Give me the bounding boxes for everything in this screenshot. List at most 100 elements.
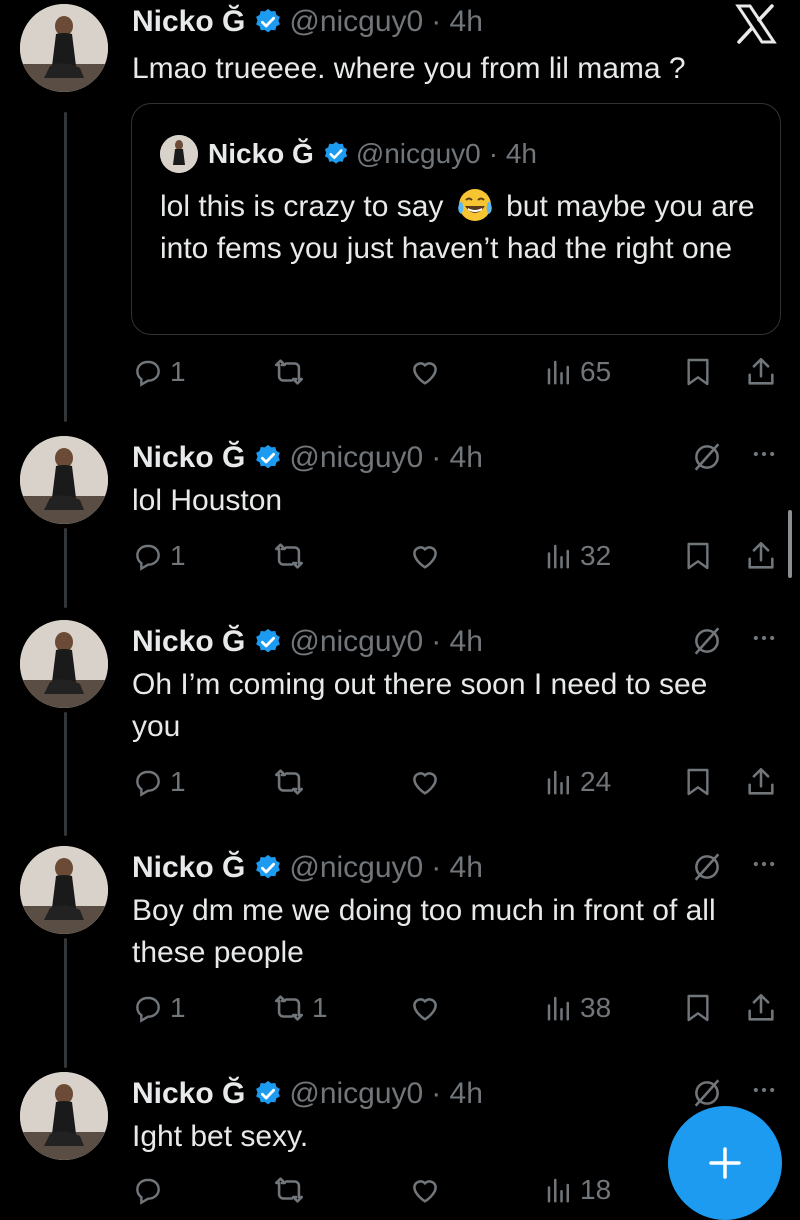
- repost-button[interactable]: [272, 536, 312, 576]
- avatar[interactable]: [20, 4, 108, 92]
- view-count: 38: [580, 992, 612, 1023]
- repost-button[interactable]: [272, 1170, 312, 1210]
- quoted-text-part: lol this is crazy to say: [160, 190, 444, 223]
- avatar[interactable]: [20, 436, 108, 524]
- bookmark-button[interactable]: [682, 352, 714, 392]
- share-icon: [748, 541, 774, 569]
- views-button[interactable]: 24: [544, 762, 611, 802]
- tweet-text: lol Houston: [132, 484, 283, 517]
- more-options-icon[interactable]: [750, 850, 778, 883]
- repost-button[interactable]: 1: [272, 988, 328, 1028]
- handle[interactable]: @nicguy0: [289, 1077, 423, 1111]
- avatar[interactable]: [20, 620, 108, 708]
- reply-button[interactable]: [132, 1170, 170, 1210]
- reply-count: 1: [170, 540, 186, 571]
- share-icon: [748, 993, 774, 1021]
- bookmark-button[interactable]: [682, 988, 714, 1028]
- bookmark-button[interactable]: [682, 536, 714, 576]
- tweet-header: Nicko Ğ @nicguy0 · 4h: [132, 1072, 483, 1116]
- tweet-text: Boy dm me we doing too much in front of …: [132, 894, 716, 969]
- compose-button[interactable]: [668, 1106, 782, 1220]
- repost-icon: [274, 1177, 304, 1203]
- view-count: 32: [580, 540, 612, 571]
- bookmark-icon: [687, 358, 709, 386]
- heart-icon: [413, 1180, 437, 1203]
- avatar[interactable]: [20, 1072, 108, 1160]
- more-options-icon[interactable]: [750, 440, 778, 473]
- handle: @nicguy0: [355, 138, 481, 169]
- display-name[interactable]: Nicko Ğ: [132, 625, 245, 659]
- grok-icon[interactable]: [690, 440, 724, 479]
- timestamp[interactable]: · 4h: [431, 5, 483, 39]
- display-name[interactable]: Nicko Ğ: [132, 851, 245, 885]
- heart-icon: [413, 362, 437, 385]
- action-bar: 1 24: [0, 762, 800, 802]
- verified-badge-icon: [256, 444, 281, 469]
- handle[interactable]: @nicguy0: [289, 851, 423, 885]
- views-button[interactable]: 18: [544, 1170, 611, 1210]
- timestamp[interactable]: · 4h: [431, 1077, 483, 1111]
- grok-icon[interactable]: [690, 850, 724, 889]
- display-name[interactable]: Nicko Ğ: [132, 5, 245, 39]
- views-button[interactable]: 38: [544, 988, 611, 1028]
- avatar[interactable]: [20, 846, 108, 934]
- share-button[interactable]: [744, 762, 778, 802]
- reply-button[interactable]: 1: [132, 762, 186, 802]
- like-button[interactable]: [408, 536, 442, 576]
- repost-count: 1: [312, 992, 328, 1023]
- verified-badge-icon: [256, 628, 281, 653]
- more-options-icon[interactable]: [750, 1076, 778, 1109]
- tweet-header: Nicko Ğ @nicguy0 · 4h: [132, 0, 483, 44]
- like-button[interactable]: [408, 1170, 442, 1210]
- x-logo-icon[interactable]: [734, 4, 778, 49]
- repost-button[interactable]: [272, 352, 312, 392]
- timestamp[interactable]: · 4h: [431, 851, 483, 885]
- reply-count: 1: [170, 992, 186, 1023]
- handle[interactable]: @nicguy0: [289, 5, 423, 39]
- handle[interactable]: @nicguy0: [289, 441, 423, 475]
- verified-badge-icon: [324, 141, 347, 164]
- views-chart-icon: [547, 770, 569, 795]
- timestamp[interactable]: · 4h: [431, 625, 483, 659]
- heart-icon: [413, 546, 437, 569]
- display-name[interactable]: Nicko Ğ: [132, 1077, 245, 1111]
- quoted-tweet[interactable]: Nicko Ğ @nicguy0 · 4h lol this is crazy …: [131, 103, 781, 335]
- reply-icon: [136, 360, 160, 387]
- grok-icon[interactable]: [690, 624, 724, 663]
- tweet-text: Oh I’m coming out there soon I need to s…: [132, 668, 708, 743]
- view-count: 65: [580, 356, 612, 387]
- views-button[interactable]: 32: [544, 536, 611, 576]
- handle[interactable]: @nicguy0: [289, 625, 423, 659]
- tweet-header: Nicko Ğ @nicguy0 · 4h: [132, 620, 483, 664]
- views-chart-icon: [547, 1178, 569, 1203]
- share-button[interactable]: [744, 352, 778, 392]
- like-button[interactable]: [408, 988, 442, 1028]
- tweet-header: Nicko Ğ @nicguy0 · 4h: [132, 436, 483, 480]
- reply-button[interactable]: 1: [132, 988, 186, 1028]
- scrollbar[interactable]: [788, 510, 792, 578]
- like-button[interactable]: [408, 352, 442, 392]
- timestamp: · 4h: [488, 138, 537, 169]
- bookmark-button[interactable]: [682, 762, 714, 802]
- reply-button[interactable]: 1: [132, 536, 186, 576]
- views-chart-icon: [547, 544, 569, 569]
- reply-icon: [136, 770, 160, 797]
- reply-button[interactable]: 1: [132, 352, 186, 392]
- quoted-tweet-header: Nicko Ğ @nicguy0 · 4h: [160, 134, 537, 174]
- repost-icon: [274, 769, 304, 795]
- repost-button[interactable]: [272, 762, 312, 802]
- like-button[interactable]: [408, 762, 442, 802]
- views-button[interactable]: 65: [544, 352, 611, 392]
- repost-icon: [274, 995, 304, 1021]
- heart-icon: [413, 998, 437, 1021]
- more-options-icon[interactable]: [750, 624, 778, 657]
- display-name[interactable]: Nicko Ğ: [132, 441, 245, 475]
- views-chart-icon: [547, 360, 569, 385]
- share-button[interactable]: [744, 988, 778, 1028]
- view-count: 24: [580, 766, 612, 797]
- bookmark-icon: [687, 542, 709, 570]
- avatar: [160, 135, 198, 173]
- share-button[interactable]: [744, 536, 778, 576]
- timestamp[interactable]: · 4h: [431, 441, 483, 475]
- action-bar: 1 32: [0, 536, 800, 576]
